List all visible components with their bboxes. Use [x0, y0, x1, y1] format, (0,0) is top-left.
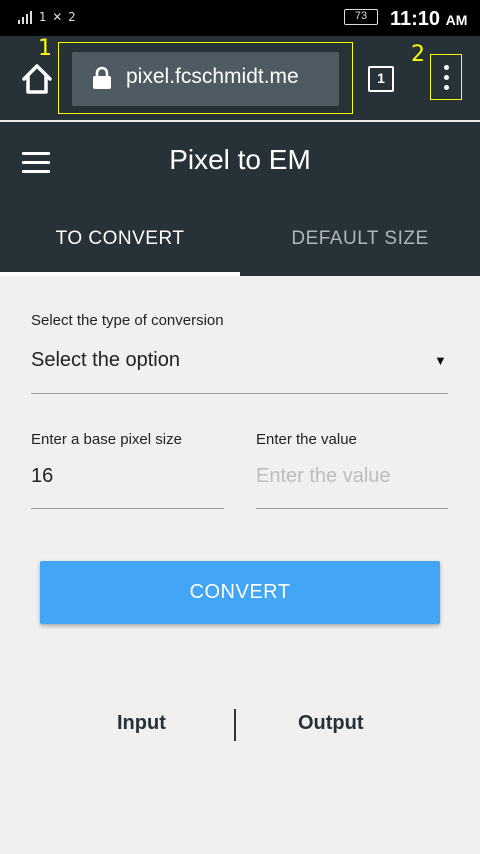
select-underline — [31, 393, 448, 394]
status-bar: 1 ✕ 2 73 11:10 AM — [0, 0, 480, 36]
convert-button[interactable]: CONVERT — [40, 561, 440, 624]
result-divider — [234, 709, 236, 741]
value-underline — [256, 508, 448, 509]
tab-default-size[interactable]: DEFAULT SIZE — [240, 216, 480, 276]
base-pixel-label: Enter a base pixel size — [31, 431, 182, 448]
lock-icon — [93, 66, 111, 89]
signal-icon — [18, 10, 34, 24]
home-icon[interactable] — [20, 62, 54, 96]
conversion-type-label: Select the type of conversion — [31, 312, 224, 329]
annotation-label-1: 1 — [38, 36, 52, 61]
value-input[interactable] — [256, 460, 448, 492]
menu-dot — [444, 65, 449, 70]
menu-dot — [444, 75, 449, 80]
clock: 11:10 AM — [390, 8, 467, 31]
page-title: Pixel to EM — [169, 144, 311, 175]
tab-to-convert[interactable]: TO CONVERT — [0, 216, 240, 276]
base-pixel-input[interactable]: 16 — [31, 465, 53, 488]
browser-toolbar: 1 pixel.fcschmidt.me 1 2 — [0, 36, 480, 120]
menu-dot — [444, 85, 449, 90]
input-result-label: Input — [117, 712, 166, 734]
clock-ampm: AM — [445, 12, 468, 28]
tabs-icon[interactable]: 1 — [368, 66, 394, 92]
converter-form: Select the type of conversion Select the… — [0, 276, 480, 854]
clock-time: 11:10 — [390, 8, 441, 30]
signal-text: 1 ✕ 2 — [38, 10, 77, 24]
battery-indicator: 73 — [344, 9, 378, 25]
signal-indicator: 1 ✕ 2 — [18, 10, 77, 24]
conversion-type-select[interactable]: Select the option — [31, 349, 180, 372]
app-bar: Pixel to EM TO CONVERT DEFAULT SIZE — [0, 122, 480, 276]
base-pixel-underline — [31, 508, 224, 509]
annotation-label-2: 2 — [411, 42, 425, 67]
url-text[interactable]: pixel.fcschmidt.me — [126, 65, 299, 89]
dropdown-arrow-icon[interactable]: ▼ — [434, 353, 447, 368]
value-label: Enter the value — [256, 431, 357, 448]
output-result-label: Output — [298, 712, 364, 734]
